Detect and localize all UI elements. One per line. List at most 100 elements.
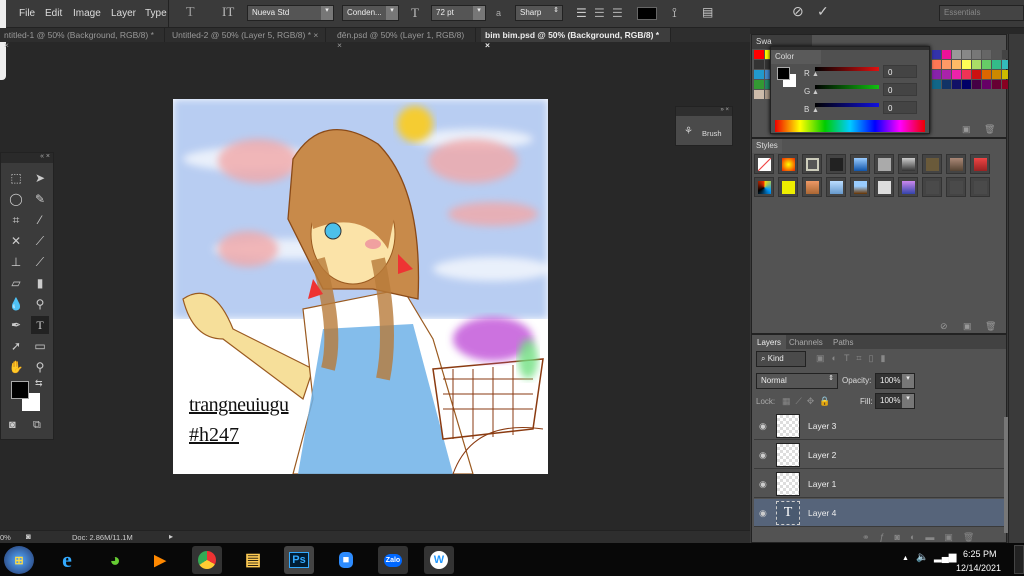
delete-style-icon[interactable]: 🗑 [985, 321, 996, 332]
style-preset[interactable] [754, 177, 774, 197]
filter-icons[interactable]: ▣◐T⌗▯▮ [816, 353, 892, 364]
tray-arrow-icon[interactable]: ▲ [902, 555, 909, 562]
stamp-tool-icon[interactable]: ⊥ [7, 253, 25, 271]
foreground-color[interactable] [11, 381, 29, 399]
shape-tool-icon[interactable]: ▭ [31, 337, 49, 355]
style-preset[interactable] [898, 154, 918, 174]
channel-slider[interactable] [815, 103, 879, 107]
gradient-tool-icon[interactable]: ▮ [31, 274, 49, 292]
style-preset[interactable] [946, 154, 966, 174]
swatch[interactable] [982, 80, 991, 89]
swatch[interactable] [952, 50, 961, 59]
cancel-icon[interactable]: ⊘ [792, 3, 804, 20]
swap-colors-icon[interactable]: ⇆ [35, 378, 43, 389]
tab-untitled-2[interactable]: Untitled-2 @ 50% (Layer 5, RGB/8) * × [168, 28, 326, 42]
channel-slider[interactable] [815, 85, 879, 89]
font-style-select[interactable]: Conden... ▾ [342, 5, 399, 21]
align-center-icon[interactable]: ☰ [594, 6, 605, 20]
style-preset[interactable] [898, 177, 918, 197]
blur-tool-icon[interactable]: 💧 [7, 295, 25, 313]
character-panel-icon[interactable]: ▤ [702, 5, 713, 19]
tab-bim-bim[interactable]: bim bim.psd @ 50% (Background, RGB/8) * … [481, 28, 671, 50]
new-style-icon[interactable]: ▣ [963, 321, 972, 332]
document-canvas[interactable]: trangneuiugu #h247 [173, 99, 548, 474]
swatch[interactable] [972, 60, 981, 69]
swatch[interactable] [942, 80, 951, 89]
style-preset[interactable] [850, 154, 870, 174]
style-preset[interactable] [802, 177, 822, 197]
style-preset[interactable] [826, 177, 846, 197]
zoom-tool-icon[interactable]: ⚲ [31, 358, 49, 376]
commit-icon[interactable]: ✓ [817, 3, 829, 20]
swatch[interactable] [932, 80, 941, 89]
vertical-type-icon[interactable]: IT [222, 4, 234, 20]
font-family-select[interactable]: Nueva Std ▾ [247, 5, 334, 21]
dodge-tool-icon[interactable]: ⚲ [31, 295, 49, 313]
slider-handle-icon[interactable]: ▲ [812, 89, 819, 96]
brush-panel-label[interactable]: Brush [702, 129, 722, 138]
tab-untitled-1[interactable]: ntitled-1 @ 50% (Background, RGB/8) * × [0, 28, 165, 50]
status-menu-arrow[interactable]: ▸ [169, 532, 173, 541]
brush-tool-icon[interactable]: ⟋ [31, 232, 49, 250]
swatch[interactable] [942, 60, 951, 69]
swatch[interactable] [754, 50, 764, 59]
text-color-swatch[interactable] [637, 7, 657, 20]
align-right-icon[interactable]: ☰ [612, 6, 623, 20]
tab-paths[interactable]: Paths [833, 338, 853, 347]
font-size-select[interactable]: 72 pt ▾ [431, 5, 486, 21]
visibility-eye-icon[interactable]: ◉ [759, 421, 767, 432]
history-brush-tool-icon[interactable]: ⟋ [31, 253, 49, 271]
swatch[interactable] [992, 50, 1001, 59]
canvas-text-tag[interactable]: #h247 [189, 424, 239, 447]
type-tool-icon[interactable]: T [31, 316, 49, 334]
path-select-tool-icon[interactable]: ➚ [7, 337, 25, 355]
tab-den[interactable]: đên.psd @ 50% (Layer 1, RGB/8) × [333, 28, 476, 50]
visibility-eye-icon[interactable]: ◉ [759, 479, 767, 490]
status-icon[interactable]: ◙ [26, 532, 31, 541]
menu-layer[interactable]: Layer [111, 8, 136, 19]
clock-time[interactable]: 6:25 PM [963, 549, 997, 559]
eyedropper-tool-icon[interactable]: ⁄ [31, 211, 49, 229]
swatch[interactable] [962, 80, 971, 89]
swatch[interactable] [932, 70, 941, 79]
swatch[interactable] [932, 50, 941, 59]
swatch[interactable] [942, 70, 951, 79]
quick-mask-icon[interactable]: ◙ [9, 419, 16, 431]
style-preset[interactable] [946, 177, 966, 197]
antialias-select[interactable]: Sharp ⇕ [515, 5, 563, 21]
hand-tool-icon[interactable]: ✋ [7, 358, 25, 376]
blend-mode-select[interactable]: Normal ⇕ [756, 373, 838, 389]
style-preset[interactable] [826, 154, 846, 174]
marquee-tool-icon[interactable]: ⬚ [7, 169, 25, 187]
style-preset[interactable] [922, 177, 942, 197]
color-panel-title[interactable]: Color [771, 50, 821, 64]
show-desktop-button[interactable] [1014, 545, 1024, 574]
swatch[interactable] [962, 70, 971, 79]
ie-icon[interactable]: e [52, 546, 82, 574]
tab-layers[interactable]: Layers [752, 335, 787, 350]
swatch[interactable] [972, 50, 981, 59]
swatch[interactable] [992, 60, 1001, 69]
style-preset[interactable] [922, 154, 942, 174]
swatch[interactable] [754, 80, 764, 89]
layer-row[interactable]: ◉ T Layer 4 [754, 499, 1004, 527]
swatch[interactable] [754, 60, 764, 69]
swatch[interactable] [754, 70, 764, 79]
explorer-icon[interactable]: ▤ [238, 546, 268, 574]
chrome-icon[interactable] [192, 546, 222, 574]
swatch[interactable] [982, 60, 991, 69]
layer-footer-icons[interactable]: ⚭ƒ◙◐▬▣🗑 [862, 532, 984, 543]
swatch[interactable] [952, 60, 961, 69]
quick-select-tool-icon[interactable]: ✎ [31, 190, 49, 208]
swatch[interactable] [982, 70, 991, 79]
visibility-eye-icon[interactable]: ◉ [759, 450, 767, 461]
brush-icon[interactable]: ⚘ [684, 126, 693, 137]
photoshop-icon[interactable]: Ps [284, 546, 314, 574]
warp-text-icon[interactable]: ⟟ [672, 5, 677, 21]
crop-tool-icon[interactable]: ⌗ [7, 211, 25, 229]
layer-row[interactable]: ◉ Layer 1 [754, 470, 1004, 498]
swatch[interactable] [992, 70, 1001, 79]
menu-file[interactable]: File [19, 8, 35, 19]
channel-value-input[interactable]: 0 [883, 83, 917, 96]
zoom-app-icon[interactable]: ■ [331, 546, 361, 574]
